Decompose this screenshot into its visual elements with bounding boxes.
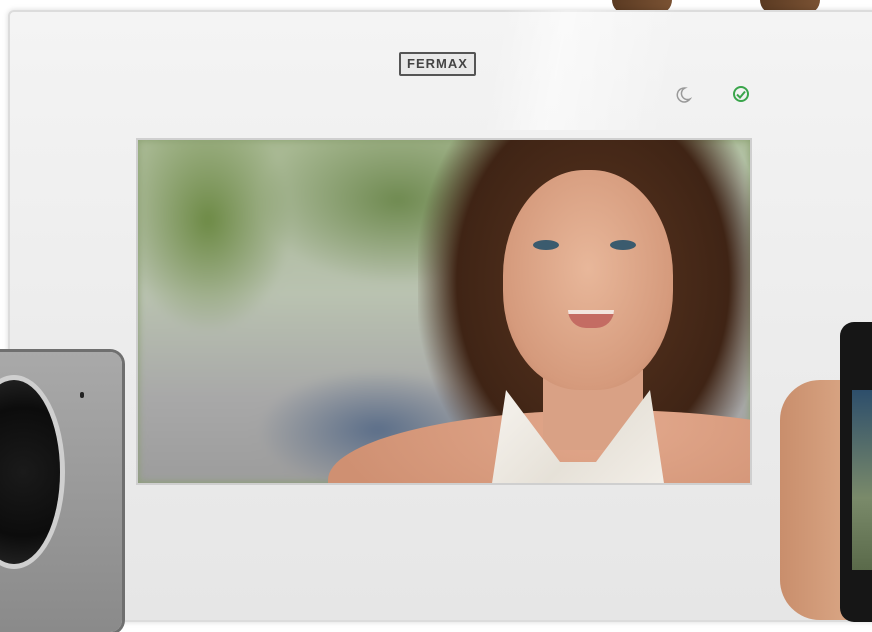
phone-screen bbox=[852, 390, 872, 570]
check-circle-icon[interactable] bbox=[730, 83, 752, 105]
person-face bbox=[503, 170, 673, 390]
door-indicator bbox=[80, 392, 84, 398]
left-eye bbox=[533, 240, 559, 250]
brand-logo: FERMAX bbox=[399, 52, 476, 76]
video-screen bbox=[138, 140, 750, 483]
moon-icon[interactable] bbox=[672, 84, 694, 106]
right-eye bbox=[610, 240, 636, 250]
